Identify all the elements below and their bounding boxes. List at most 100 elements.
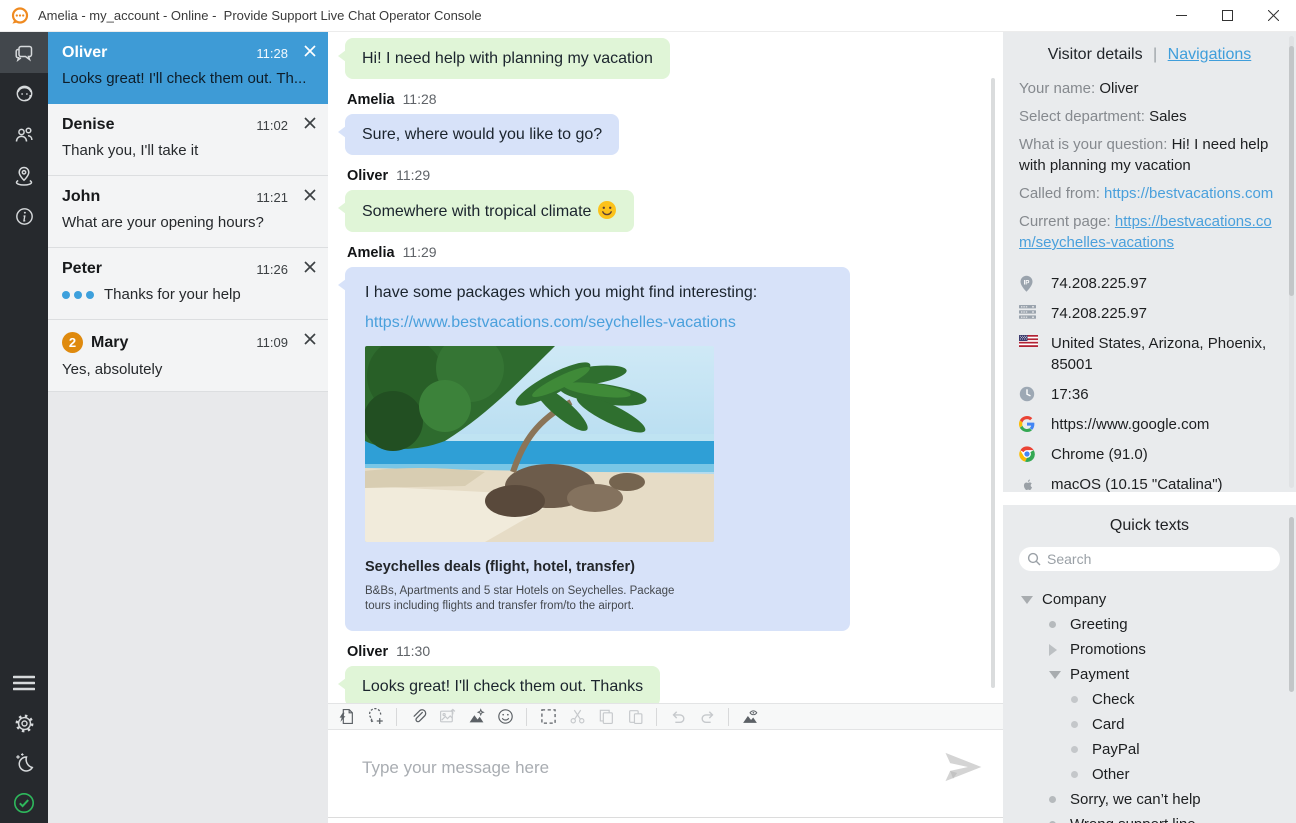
quicktext-node-wrong-line[interactable]: Wrong support line: [1019, 812, 1280, 823]
chat-time: 11:21: [256, 190, 288, 205]
send-button[interactable]: [943, 750, 983, 784]
typing-indicator-icon: [62, 291, 94, 299]
cut-button[interactable]: [567, 707, 587, 727]
sidebar-item-geolocation[interactable]: [0, 155, 48, 196]
info-browser: Chrome (91.0): [1019, 444, 1280, 465]
visitor-message: Hi! I need help with planning my vacatio…: [345, 38, 670, 79]
network-icon: [1019, 305, 1041, 319]
visitor-message: Looks great! I'll check them out. Thanks: [345, 666, 660, 703]
chat-list-item-john[interactable]: John 11:21 What are your opening hours?: [48, 176, 328, 248]
quick-text-button[interactable]: [336, 707, 356, 727]
chat-preview: Looks great! I'll check them out. Th...: [62, 70, 314, 87]
seychelles-beach-image[interactable]: [365, 346, 714, 542]
menu-icon: [13, 674, 35, 692]
details-scrollbar-thumb[interactable]: [1289, 46, 1294, 296]
chat-list-item-denise[interactable]: Denise 11:02 Thank you, I'll take it: [48, 104, 328, 176]
undo-icon: [670, 708, 687, 725]
quicktext-node-payment[interactable]: Payment: [1019, 662, 1280, 687]
close-chat-icon[interactable]: [304, 261, 316, 273]
card-title: Seychelles deals (flight, hotel, transfe…: [365, 557, 830, 578]
redo-icon: [699, 708, 716, 725]
maximize-button[interactable]: [1204, 0, 1250, 32]
select-area-button[interactable]: [538, 707, 558, 727]
called-from-link[interactable]: https://bestvacations.com: [1104, 185, 1273, 202]
referrer-link[interactable]: https://www.google.com: [1051, 414, 1279, 435]
undo-button[interactable]: [668, 707, 688, 727]
chat-name: Peter: [62, 260, 102, 278]
bullet-icon: [1049, 796, 1063, 803]
tab-visitor-details[interactable]: Visitor details: [1048, 46, 1143, 63]
message-input[interactable]: [362, 758, 922, 778]
quicktext-node-other[interactable]: Other: [1019, 762, 1280, 787]
chevron-expanded-icon[interactable]: [1049, 671, 1063, 679]
visitors-icon: [12, 123, 36, 147]
tab-navigations[interactable]: Navigations: [1168, 46, 1252, 63]
sidebar-item-menu[interactable]: [0, 663, 48, 703]
field-current-page: Current page: https://bestvacations.com/…: [1019, 211, 1280, 253]
chat-name: Mary: [91, 334, 128, 352]
chat-list-item-oliver[interactable]: Oliver 11:28 Looks great! I'll check the…: [48, 32, 328, 104]
message-composer: [328, 730, 1003, 823]
redo-button[interactable]: [697, 707, 717, 727]
quicktext-node-company[interactable]: Company: [1019, 587, 1280, 612]
sidebar-item-visitors[interactable]: [0, 114, 48, 155]
minimize-button[interactable]: [1158, 0, 1204, 32]
attach-file-icon: [410, 708, 427, 725]
quicktext-node-promotions[interactable]: Promotions: [1019, 637, 1280, 662]
chat-list-item-peter[interactable]: Peter 11:26 Thanks for your help: [48, 248, 328, 320]
settings-gear-icon: [13, 712, 36, 735]
toolbar-divider: [526, 708, 527, 726]
cut-icon: [569, 708, 586, 725]
copy-button[interactable]: [596, 707, 616, 727]
chat-time: 11:09: [256, 335, 288, 350]
sidebar-item-operators[interactable]: [0, 73, 48, 114]
chat-list-item-mary[interactable]: 2 Mary 11:09 Yes, absolutely: [48, 320, 328, 392]
close-chat-icon[interactable]: [304, 189, 316, 201]
quicktext-node-sorry[interactable]: Sorry, we can’t help: [1019, 787, 1280, 812]
chrome-icon: [1019, 446, 1041, 462]
operator-headset-icon: [13, 82, 36, 105]
quick-text-icon: [338, 708, 355, 725]
field-question: What is your question: Hi! I need help w…: [1019, 134, 1280, 176]
message-header: Amelia11:28: [347, 91, 1003, 108]
toolbar-divider: [728, 708, 729, 726]
chat-preview: Thank you, I'll take it: [62, 142, 314, 159]
close-chat-icon[interactable]: [304, 117, 316, 129]
close-chat-icon[interactable]: [304, 45, 316, 57]
search-input[interactable]: [1047, 549, 1257, 569]
send-image-button[interactable]: [437, 707, 457, 727]
paste-button[interactable]: [625, 707, 645, 727]
quick-texts-scrollbar-thumb[interactable]: [1289, 517, 1294, 692]
quicktext-node-paypal[interactable]: PayPal: [1019, 737, 1280, 762]
sidebar-item-dark-mode[interactable]: [0, 743, 48, 783]
title-bar: Amelia - my_account - Online - Provide S…: [0, 0, 1296, 32]
operator-message-card: I have some packages which you might fin…: [345, 267, 850, 631]
attach-file-button[interactable]: [408, 707, 428, 727]
screenshot-button[interactable]: [466, 707, 486, 727]
message-header: Amelia11:29: [347, 244, 1003, 261]
chevron-expanded-icon[interactable]: [1021, 596, 1035, 604]
google-icon: [1019, 416, 1041, 432]
sidebar-item-status[interactable]: [0, 783, 48, 823]
info-icon: [13, 205, 36, 228]
toolbar-divider: [656, 708, 657, 726]
screenshot-icon: [468, 708, 485, 725]
quick-texts-search[interactable]: [1019, 547, 1280, 571]
image-preview-button[interactable]: [740, 707, 760, 727]
image-preview-icon: [741, 708, 759, 725]
sidebar-item-chats[interactable]: [0, 32, 48, 73]
sidebar-item-info[interactable]: [0, 196, 48, 237]
package-link[interactable]: https://www.bestvacations.com/seychelles…: [365, 312, 830, 333]
add-quick-text-button[interactable]: [365, 707, 385, 727]
messages-scrollbar[interactable]: [991, 78, 995, 688]
sidebar-item-settings[interactable]: [0, 703, 48, 743]
close-chat-icon[interactable]: [304, 333, 316, 345]
chat-time: 11:02: [256, 118, 288, 133]
window-title: Amelia - my_account - Online - Provide S…: [38, 8, 482, 23]
quicktext-node-card[interactable]: Card: [1019, 712, 1280, 737]
quicktext-node-greeting[interactable]: Greeting: [1019, 612, 1280, 637]
chevron-collapsed-icon[interactable]: [1049, 644, 1063, 656]
close-button[interactable]: [1250, 0, 1296, 32]
emoji-button[interactable]: [495, 707, 515, 727]
quicktext-node-check[interactable]: Check: [1019, 687, 1280, 712]
